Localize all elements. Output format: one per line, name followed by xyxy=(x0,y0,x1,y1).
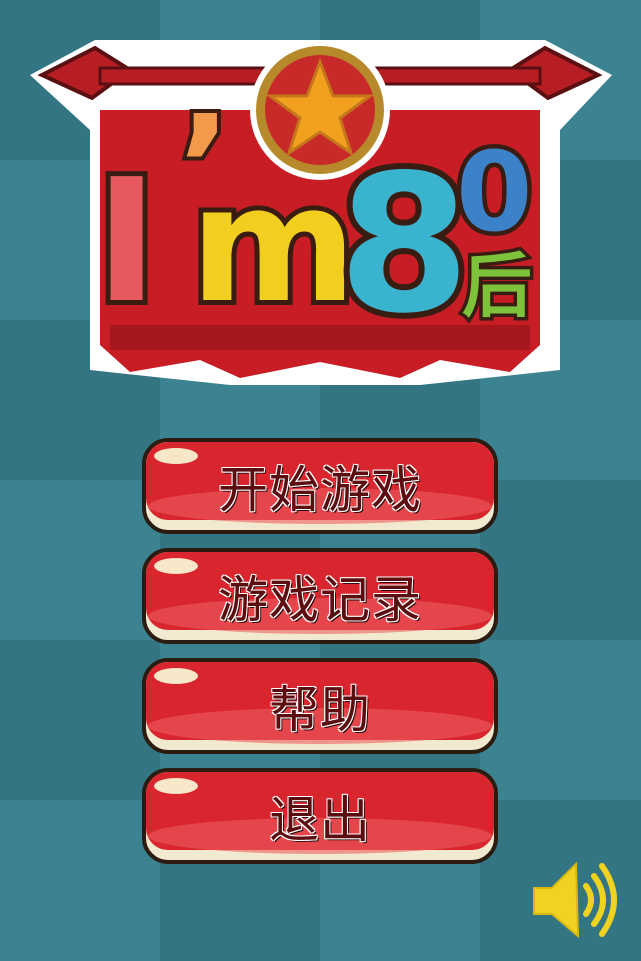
start-game-label: 开始游戏 xyxy=(218,461,422,519)
game-logo: I ’ m 8 0 后 xyxy=(30,40,612,385)
logo-letter-m: m xyxy=(190,151,357,338)
logo-digit-0: 0 xyxy=(456,128,533,256)
logo-char-hou: 后 xyxy=(462,245,532,327)
help-label: 帮助 xyxy=(269,681,371,739)
exit-button[interactable]: 退出 xyxy=(142,768,498,864)
logo-digit-8: 8 xyxy=(338,134,470,355)
game-records-button[interactable]: 游戏记录 xyxy=(142,548,498,644)
logo-letter-i: I xyxy=(95,143,158,341)
start-game-button[interactable]: 开始游戏 xyxy=(142,438,498,534)
game-records-label: 游戏记录 xyxy=(218,571,422,629)
help-button[interactable]: 帮助 xyxy=(142,658,498,754)
speaker-volume-icon[interactable] xyxy=(526,858,622,942)
exit-label: 退出 xyxy=(269,791,371,849)
